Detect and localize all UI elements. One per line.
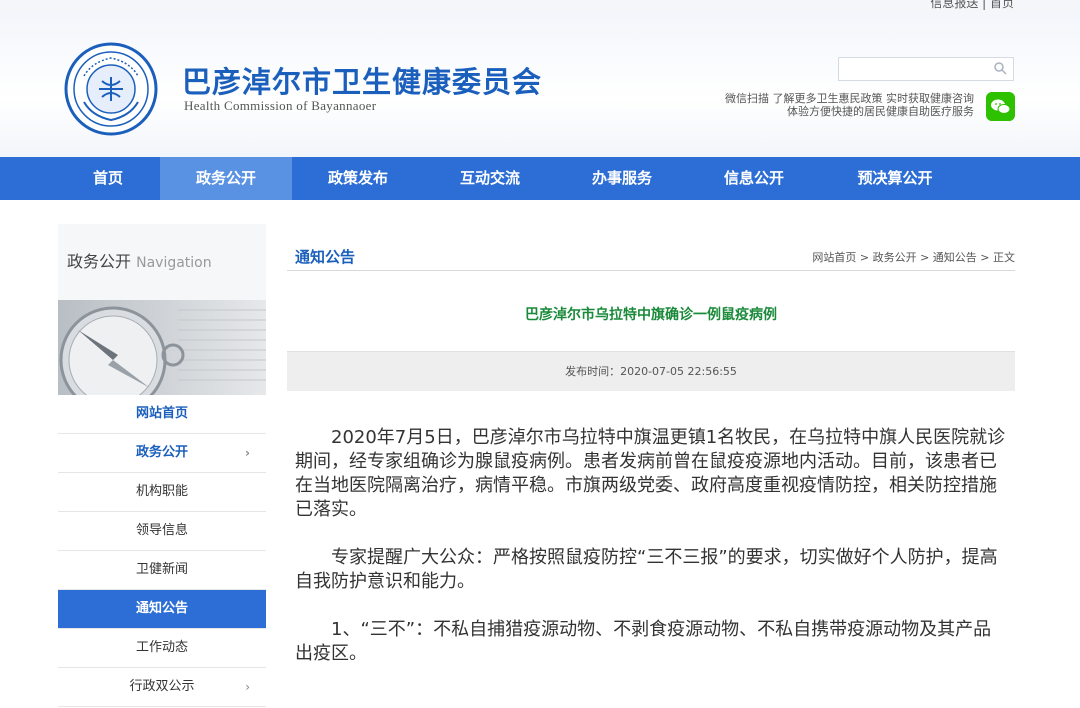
top-strip: 信息报送 | 首页: [0, 0, 1080, 12]
sidebar-item-label: 网站首页: [135, 406, 188, 421]
top-links[interactable]: 信息报送 | 首页: [930, 0, 1014, 11]
sidebar-banner-compass-image: [58, 300, 266, 395]
nav-item-info-disclosure[interactable]: 信息公开: [688, 157, 820, 200]
main-nav: 首页 政务公开 政策发布 互动交流 办事服务 信息公开 预决算公开: [0, 157, 1080, 200]
sidebar-item-label: 领导信息: [135, 523, 188, 538]
sidebar-item-label: 通知公告: [135, 601, 188, 616]
sidebar-title-en: Navigation: [136, 255, 212, 271]
search-input[interactable]: [839, 60, 991, 80]
search-icon[interactable]: [993, 61, 1007, 75]
search-box[interactable]: [838, 57, 1014, 81]
sidebar-item-double-publicity[interactable]: 行政双公示 ›: [58, 668, 266, 707]
breadcrumb[interactable]: 网站首页 > 政务公开 > 通知公告 > 正文: [812, 249, 1015, 265]
sidebar-item-label: 政务公开: [135, 445, 188, 460]
article-title: 巴彦淖尔市乌拉特中旗确诊一例鼠疫病例: [525, 307, 777, 323]
site-header: 巴彦淖尔市卫生健康委员会 Health Commission of Bayann…: [0, 12, 1080, 157]
sidebar-item-leaders[interactable]: 领导信息: [58, 512, 266, 551]
commission-logo-icon: [64, 42, 158, 136]
sidebar-item-label: 机构职能: [135, 484, 188, 499]
sidebar-item-functions[interactable]: 机构职能: [58, 473, 266, 512]
sidebar-item-label: 工作动态: [135, 640, 188, 655]
chevron-right-icon: ›: [245, 680, 250, 694]
article-body: 2020年7月5日，巴彦淖尔市乌拉特中旗温更镇1名牧民，在乌拉特中旗人民医院就诊…: [295, 426, 1007, 690]
article-paragraph: 1、“三不”：不私自捕猎疫源动物、不剥食疫源动物、不私自携带疫源动物及其产品出疫…: [295, 619, 992, 664]
sidebar: 政务公开 Navigation 网站首页 政务公开 › 机构职能 领导信息 卫健…: [58, 224, 266, 708]
nav-item-services[interactable]: 办事服务: [556, 157, 688, 200]
nav-item-interaction[interactable]: 互动交流: [424, 157, 556, 200]
sidebar-item-label: 行政双公示: [129, 679, 195, 694]
sidebar-title: 政务公开 Navigation: [58, 224, 266, 300]
publish-time: 发布时间：2020-07-05 22:56:55: [287, 351, 1015, 391]
nav-item-home[interactable]: 首页: [54, 157, 162, 200]
section-header: 通知公告 网站首页 > 政务公开 > 通知公告 > 正文: [287, 224, 1015, 271]
wechat-icon[interactable]: [986, 92, 1015, 121]
sidebar-item-label: 卫健新闻: [135, 562, 188, 577]
sidebar-item-notices[interactable]: 通知公告: [58, 590, 266, 629]
nav-item-policy[interactable]: 政策发布: [292, 157, 424, 200]
sidebar-item-work-updates[interactable]: 工作动态: [58, 629, 266, 668]
sidebar-item-site-home[interactable]: 网站首页: [58, 395, 266, 434]
article-paragraph: 2020年7月5日，巴彦淖尔市乌拉特中旗温更镇1名牧民，在乌拉特中旗人民医院就诊…: [295, 427, 1006, 520]
main-content: 通知公告 网站首页 > 政务公开 > 通知公告 > 正文 巴彦淖尔市乌拉特中旗确…: [287, 224, 1015, 708]
nav-item-budget[interactable]: 预决算公开: [820, 157, 970, 200]
site-title: 巴彦淖尔市卫生健康委员会: [182, 65, 543, 99]
sidebar-item-gov-affairs[interactable]: 政务公开 ›: [58, 434, 266, 473]
wechat-line-2: 体验方便快捷的居民健康自助医疗服务: [787, 105, 974, 118]
site-subtitle-en: Health Commission of Bayannaoer: [184, 98, 377, 113]
wechat-line-1: 微信扫描 了解更多卫生惠民政策 实时获取健康咨询: [725, 92, 974, 105]
sidebar-title-cn: 政务公开: [67, 252, 132, 271]
chevron-right-icon: ›: [245, 446, 250, 460]
wechat-promo-text: 微信扫描 了解更多卫生惠民政策 实时获取健康咨询 体验方便快捷的居民健康自助医疗…: [725, 92, 974, 118]
sidebar-item-health-news[interactable]: 卫健新闻: [58, 551, 266, 590]
nav-item-gov-affairs[interactable]: 政务公开: [160, 157, 292, 200]
section-title: 通知公告: [295, 248, 356, 266]
article-paragraph: 专家提醒广大公众：严格按照鼠疫防控“三不三报”的要求，切实做好个人防护，提高自我…: [295, 547, 998, 592]
